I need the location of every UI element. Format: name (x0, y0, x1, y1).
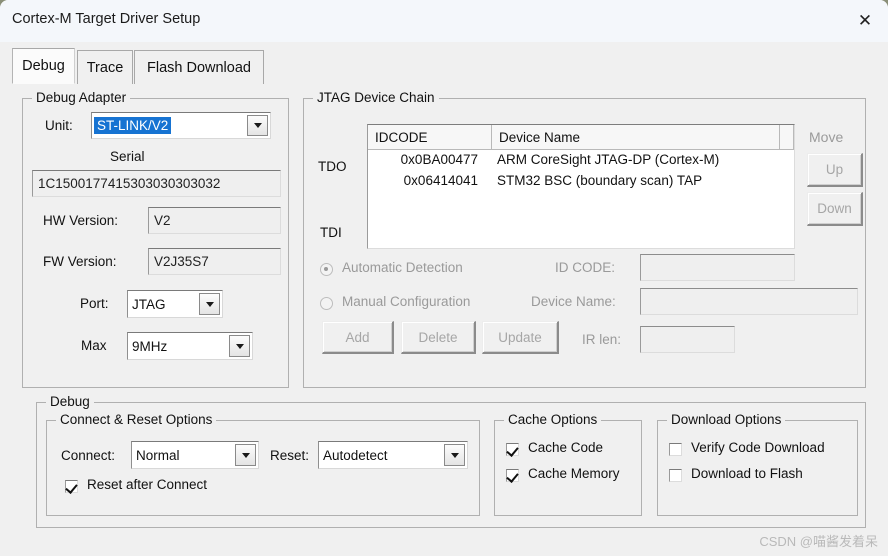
max-clock-combo[interactable]: 9MHz (127, 332, 253, 360)
serial-label: Serial (110, 149, 145, 164)
move-up-label: Up (825, 162, 844, 177)
debug-group: Debug Connect & Reset Options Connect: N… (36, 394, 866, 528)
chevron-down-icon[interactable] (444, 444, 465, 466)
jtag-device-table[interactable]: IDCODE Device Name 0x0BA00477 ARM CoreSi… (367, 124, 795, 249)
serial-field: 1C1500177415303030303032 (32, 170, 281, 197)
manual-configuration-label: Manual Configuration (342, 294, 471, 309)
update-button[interactable]: Update (482, 321, 559, 354)
close-icon[interactable]: ✕ (842, 0, 888, 42)
unit-combo-value: ST-LINK/V2 (94, 117, 172, 134)
cache-code-label: Cache Code (528, 440, 604, 455)
row-device-name: ARM CoreSight JTAG-DP (Cortex-M) (497, 152, 720, 167)
column-header-device-name[interactable]: Device Name (492, 125, 780, 150)
row-idcode: 0x0BA00477 (400, 152, 478, 167)
download-options-legend: Download Options (667, 412, 786, 427)
cache-memory-label: Cache Memory (528, 466, 620, 481)
automatic-detection-label: Automatic Detection (342, 260, 463, 275)
connect-label: Connect: (61, 448, 116, 463)
reset-value: Autodetect (323, 447, 388, 463)
download-to-flash-checkbox[interactable] (669, 469, 682, 482)
verify-code-download-checkbox[interactable] (669, 443, 682, 456)
connect-value: Normal (136, 447, 180, 463)
cache-options-group: Cache Options Cache Code Cache Memory (494, 412, 642, 516)
table-row[interactable]: 0x0BA00477 ARM CoreSight JTAG-DP (Cortex… (368, 152, 794, 173)
debug-group-legend: Debug (46, 394, 94, 409)
tab-debug-label: Debug (22, 58, 65, 74)
reset-after-connect-label: Reset after Connect (87, 477, 208, 492)
tab-flash-download[interactable]: Flash Download (134, 50, 264, 84)
add-button[interactable]: Add (322, 321, 394, 354)
dialog-window: Cortex-M Target Driver Setup ✕ Debug Tra… (0, 0, 888, 556)
connect-reset-legend: Connect & Reset Options (56, 412, 217, 427)
connect-reset-options-group: Connect & Reset Options Connect: Normal … (46, 412, 480, 516)
debug-adapter-group: Debug Adapter Unit: ST-LINK/V2 Serial 1C… (22, 90, 289, 388)
hw-version-field: V2 (148, 207, 281, 234)
ir-len-label: IR len: (582, 332, 622, 347)
tab-debug[interactable]: Debug (12, 48, 75, 84)
delete-label: Delete (418, 329, 458, 345)
window-title: Cortex-M Target Driver Setup (12, 11, 201, 27)
chevron-down-icon[interactable] (199, 293, 220, 315)
reset-label: Reset: (270, 448, 310, 463)
table-row[interactable]: 0x06414041 STM32 BSC (boundary scan) TAP (368, 173, 794, 194)
max-label: Max (81, 338, 107, 353)
port-combo[interactable]: JTAG (127, 290, 223, 318)
column-header-idcode[interactable]: IDCODE (368, 125, 492, 150)
update-label: Update (498, 329, 542, 345)
device-name-field[interactable] (640, 288, 858, 315)
tab-trace[interactable]: Trace (77, 50, 133, 84)
max-clock-value: 9MHz (132, 338, 168, 354)
port-label: Port: (80, 296, 109, 311)
move-up-button[interactable]: Up (807, 153, 863, 187)
move-down-label: Down (817, 201, 852, 216)
download-to-flash-label: Download to Flash (691, 466, 803, 481)
table-header-row: IDCODE Device Name (368, 125, 794, 150)
jtag-device-chain-group: JTAG Device Chain TDO TDI IDCODE Device … (303, 90, 866, 388)
reset-combo[interactable]: Autodetect (318, 441, 468, 469)
chevron-down-icon[interactable] (229, 335, 250, 357)
reset-after-connect-checkbox[interactable] (65, 480, 78, 493)
delete-button[interactable]: Delete (401, 321, 476, 354)
tdi-label: TDI (320, 225, 342, 240)
id-code-label: ID CODE: (555, 260, 616, 275)
fw-version-field: V2J35S7 (148, 248, 281, 275)
move-label: Move (809, 129, 844, 145)
row-device-name: STM32 BSC (boundary scan) TAP (497, 173, 703, 188)
download-options-group: Download Options Verify Code Download Do… (657, 412, 858, 516)
chevron-down-icon[interactable] (247, 115, 268, 136)
debug-adapter-legend: Debug Adapter (32, 90, 131, 105)
add-label: Add (345, 329, 370, 345)
tab-content-debug: Debug Adapter Unit: ST-LINK/V2 Serial 1C… (0, 84, 888, 556)
chevron-down-icon[interactable] (235, 444, 256, 466)
connect-combo[interactable]: Normal (131, 441, 259, 469)
tab-trace-label: Trace (86, 59, 124, 76)
ir-len-field[interactable] (640, 326, 735, 353)
tdo-label: TDO (318, 159, 347, 174)
cache-memory-checkbox[interactable] (506, 469, 519, 482)
unit-label: Unit: (45, 118, 73, 133)
column-header-extra[interactable] (780, 125, 794, 150)
tab-flash-download-label: Flash Download (147, 59, 251, 76)
fw-version-value: V2J35S7 (154, 254, 209, 269)
cache-code-checkbox[interactable] (506, 443, 519, 456)
serial-value: 1C1500177415303030303032 (38, 176, 221, 191)
jtag-chain-legend: JTAG Device Chain (313, 90, 439, 105)
hw-version-label: HW Version: (43, 213, 119, 228)
manual-configuration-radio[interactable] (320, 297, 333, 310)
tab-strip: Debug Trace Flash Download (0, 42, 888, 84)
port-combo-value: JTAG (132, 296, 166, 312)
id-code-field[interactable] (640, 254, 795, 281)
cache-options-legend: Cache Options (504, 412, 602, 427)
unit-combo[interactable]: ST-LINK/V2 (91, 112, 271, 139)
move-down-button[interactable]: Down (807, 192, 863, 226)
watermark: CSDN @喵酱发着呆 (759, 534, 878, 549)
fw-version-label: FW Version: (43, 254, 117, 269)
row-idcode: 0x06414041 (403, 173, 478, 188)
hw-version-value: V2 (154, 213, 171, 228)
device-name-label: Device Name: (531, 294, 616, 309)
automatic-detection-radio[interactable] (320, 263, 333, 276)
title-bar: Cortex-M Target Driver Setup ✕ (0, 0, 888, 42)
verify-code-download-label: Verify Code Download (691, 440, 825, 455)
